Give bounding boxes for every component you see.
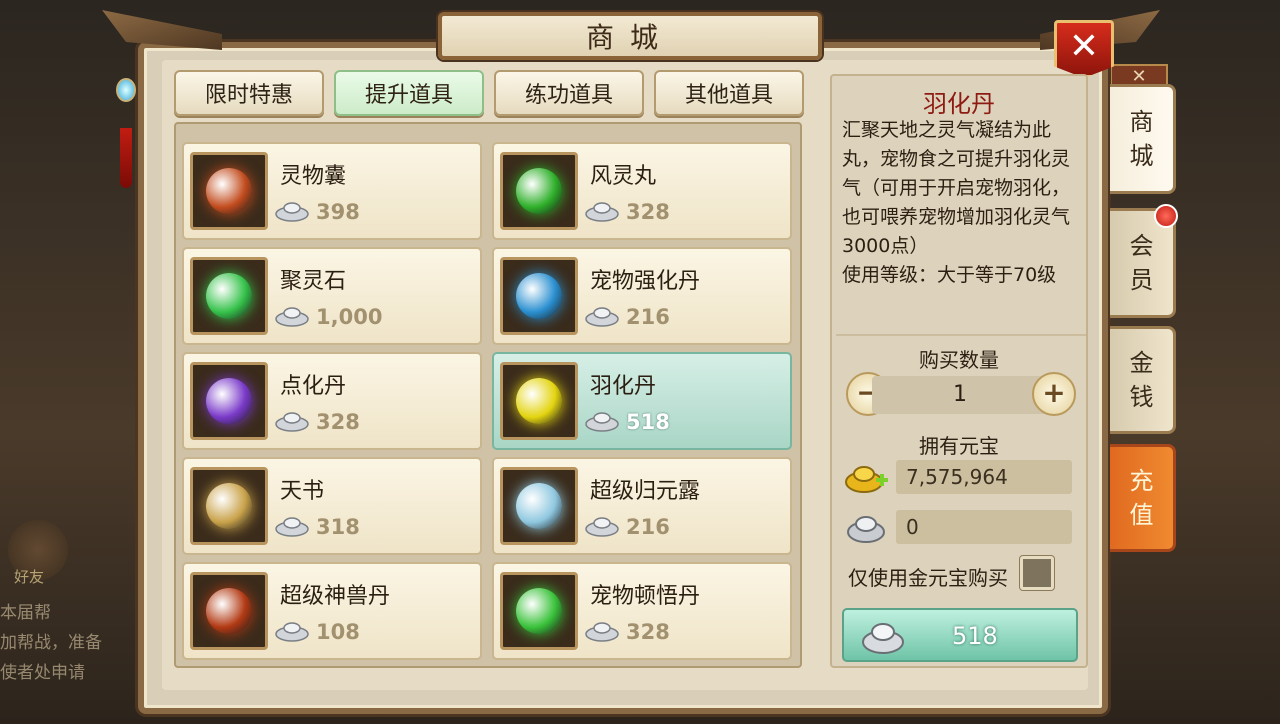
silver-ingot-icon bbox=[585, 412, 619, 432]
item-icon-frame bbox=[190, 467, 268, 545]
item-name: 天书 bbox=[280, 479, 325, 504]
background-chat: 本届帮 加帮战，准备 使者处申请 bbox=[0, 598, 150, 688]
close-button[interactable]: ✕ bbox=[1054, 20, 1114, 78]
item-card[interactable]: 羽化丹 518 bbox=[492, 352, 792, 450]
item-card[interactable]: 宠物顿悟丹 328 bbox=[492, 562, 792, 660]
item-card[interactable]: 天书 318 bbox=[182, 457, 482, 555]
item-price: 216 bbox=[626, 305, 670, 329]
side-tab-shop[interactable]: 商 城 bbox=[1110, 84, 1176, 194]
item-card[interactable]: 超级归元露 216 bbox=[492, 457, 792, 555]
item-name: 羽化丹 bbox=[590, 374, 657, 399]
item-name: 超级神兽丹 bbox=[280, 584, 391, 609]
guiyuan-potion-icon bbox=[516, 483, 562, 529]
pet-enlightenment-pill-icon bbox=[516, 588, 562, 634]
close-icon: ✕ bbox=[1068, 26, 1100, 67]
window-title: 商城 bbox=[585, 21, 674, 54]
side-tab-recharge[interactable]: 充 值 bbox=[1110, 444, 1176, 552]
silver-ingot-icon bbox=[585, 202, 619, 222]
juling-stone-icon bbox=[206, 273, 252, 319]
item-card[interactable]: 点化丹 328 bbox=[182, 352, 482, 450]
item-name: 宠物顿悟丹 bbox=[590, 584, 701, 609]
owned-currency-label: 拥有元宝 bbox=[919, 434, 999, 458]
tab-training-items[interactable]: 练功道具 bbox=[494, 70, 644, 116]
item-card[interactable]: 超级神兽丹 108 bbox=[182, 562, 482, 660]
increase-quantity-button[interactable]: + bbox=[1032, 372, 1076, 416]
item-icon-frame bbox=[190, 257, 268, 335]
category-tabs: 限时特惠 提升道具 练功道具 其他道具 bbox=[174, 70, 804, 116]
gold-only-checkbox[interactable] bbox=[1020, 556, 1054, 590]
item-price: 398 bbox=[316, 200, 360, 224]
item-detail-panel: 羽化丹 汇聚天地之灵气凝结为此丸，宠物食之可提升羽化灵气（可用于开启宠物羽化，也… bbox=[830, 74, 1088, 668]
silver-ingot-icon bbox=[585, 622, 619, 642]
silver-ingot-icon bbox=[862, 623, 904, 654]
window-title-plate: 商城 bbox=[438, 12, 822, 60]
detail-description: 汇聚天地之灵气凝结为此丸，宠物食之可提升羽化灵气（可用于开启宠物羽化，也可喂养宠… bbox=[842, 116, 1082, 290]
gold-only-label: 仅使用金元宝购买 bbox=[848, 566, 1008, 590]
gold-ingot-balance: 7,575,964 bbox=[896, 460, 1072, 494]
item-price: 1,000 bbox=[316, 305, 383, 329]
item-name: 风灵丸 bbox=[590, 164, 657, 189]
silver-ingot-balance: 0 bbox=[896, 510, 1072, 544]
detail-description-text: 汇聚天地之灵气凝结为此丸，宠物食之可提升羽化灵气（可用于开启宠物羽化，也可喂养宠… bbox=[842, 119, 1071, 257]
pet-enhance-pill-icon bbox=[516, 273, 562, 319]
notification-dot bbox=[1154, 204, 1178, 228]
silver-ingot-icon bbox=[585, 517, 619, 537]
chat-line: 加帮战，准备 bbox=[0, 633, 102, 653]
silver-ingot-icon bbox=[585, 307, 619, 327]
silver-ingot-icon bbox=[275, 307, 309, 327]
buy-button-price: 518 bbox=[952, 622, 998, 650]
item-icon-frame bbox=[500, 152, 578, 230]
item-icon-frame bbox=[500, 572, 578, 650]
item-price: 518 bbox=[626, 410, 670, 434]
fengling-pill-icon bbox=[516, 168, 562, 214]
quantity-label: 购买数量 bbox=[919, 348, 999, 372]
item-icon-frame bbox=[190, 572, 268, 650]
chat-line: 本届帮 bbox=[0, 603, 51, 623]
silver-ingot-icon bbox=[847, 516, 885, 543]
item-price: 328 bbox=[626, 620, 670, 644]
silver-ingot-icon bbox=[275, 622, 309, 642]
side-tab-money[interactable]: 金 钱 bbox=[1110, 326, 1176, 434]
item-name: 超级归元露 bbox=[590, 479, 701, 504]
item-name: 灵物囊 bbox=[280, 164, 347, 189]
item-card[interactable]: 聚灵石 1,000 bbox=[182, 247, 482, 345]
item-icon-frame bbox=[500, 257, 578, 335]
item-name: 点化丹 bbox=[280, 374, 347, 399]
tab-limited-offer[interactable]: 限时特惠 bbox=[174, 70, 324, 116]
item-icon-frame bbox=[500, 467, 578, 545]
heavenly-book-icon bbox=[206, 483, 252, 529]
buy-button[interactable]: 518 bbox=[842, 608, 1078, 662]
item-card[interactable]: 宠物强化丹 216 bbox=[492, 247, 792, 345]
detail-level-requirement: 使用等级：大于等于70级 bbox=[842, 264, 1057, 286]
item-card[interactable]: 灵物囊 398 bbox=[182, 142, 482, 240]
shenshou-pill-icon bbox=[206, 588, 252, 634]
silver-ingot-icon bbox=[275, 517, 309, 537]
tab-other-items[interactable]: 其他道具 bbox=[654, 70, 804, 116]
item-name: 宠物强化丹 bbox=[590, 269, 701, 294]
item-price: 328 bbox=[316, 410, 360, 434]
item-price: 108 bbox=[316, 620, 360, 644]
item-price: 216 bbox=[626, 515, 670, 539]
friends-badge-label: 好友 bbox=[14, 568, 45, 586]
item-icon-frame bbox=[190, 362, 268, 440]
yuhua-pill-icon bbox=[516, 378, 562, 424]
item-icon-frame bbox=[500, 362, 578, 440]
detail-item-title: 羽化丹 bbox=[923, 90, 995, 118]
silver-ingot-icon bbox=[275, 202, 309, 222]
gold-ingot-add-icon[interactable] bbox=[844, 460, 890, 496]
jade-pendant-icon bbox=[114, 48, 138, 188]
silver-ingot-icon bbox=[275, 412, 309, 432]
item-name: 聚灵石 bbox=[280, 269, 347, 294]
item-card[interactable]: 风灵丸 328 bbox=[492, 142, 792, 240]
item-price: 328 bbox=[626, 200, 670, 224]
item-price: 318 bbox=[316, 515, 360, 539]
lingwu-bag-icon bbox=[206, 168, 252, 214]
divider bbox=[836, 334, 1086, 336]
tab-upgrade-items[interactable]: 提升道具 bbox=[334, 70, 484, 116]
dianhua-pill-icon bbox=[206, 378, 252, 424]
quantity-input[interactable]: 1 bbox=[872, 376, 1048, 414]
item-icon-frame bbox=[190, 152, 268, 230]
chat-line: 使者处申请 bbox=[0, 663, 85, 683]
